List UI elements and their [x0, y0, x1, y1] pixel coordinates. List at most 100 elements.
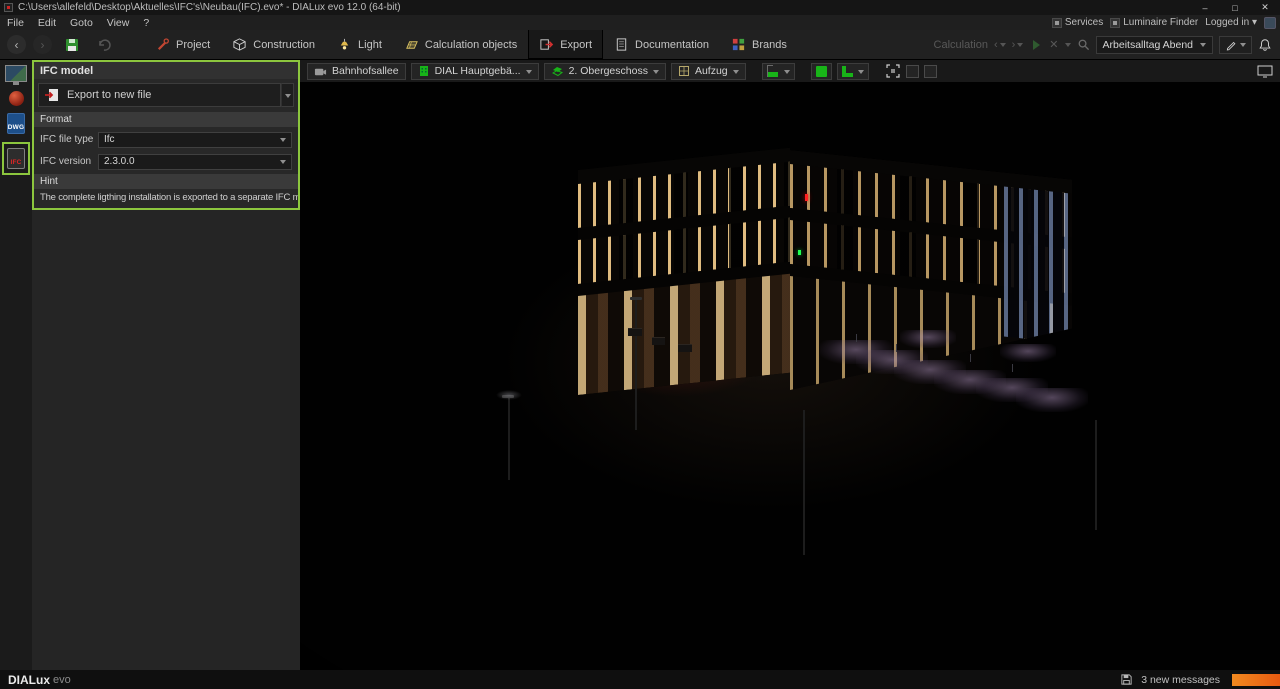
minimize-button[interactable]: –: [1190, 0, 1220, 15]
chevron-down-icon: [1240, 43, 1246, 50]
building-select[interactable]: DIAL Hauptgebä...: [411, 63, 539, 80]
luminaire-finder-icon: [1110, 18, 1120, 28]
tab-documentation[interactable]: Documentation: [603, 30, 720, 59]
left-panel-column: IFC model Export to new file Format IFC …: [32, 60, 300, 670]
floor-plan-icon: [767, 65, 779, 77]
view-mode-button[interactable]: [762, 63, 795, 80]
construction-icon: [232, 37, 247, 52]
close-button[interactable]: ✕: [1250, 0, 1280, 15]
storey-select[interactable]: 2. Obergeschoss: [544, 63, 666, 80]
ifc-version-label: IFC version: [40, 156, 98, 167]
tab-project[interactable]: Project: [144, 30, 221, 59]
tab-calculation-objects[interactable]: Calculation objects: [393, 30, 528, 59]
services-link[interactable]: Services: [1052, 17, 1103, 28]
tab-light[interactable]: Light: [326, 30, 393, 59]
menu-help[interactable]: ?: [136, 17, 156, 29]
pen-icon: [1225, 39, 1237, 51]
wireframe-view-icon: [842, 66, 853, 77]
dialux-logo: DIALux: [8, 673, 50, 687]
view-option-icon[interactable]: [906, 65, 919, 78]
save-icon[interactable]: [60, 34, 84, 56]
statusbar: DIALux evo 3 new messages: [0, 670, 1280, 689]
chevron-down-icon: [280, 160, 286, 167]
messages-disk-icon[interactable]: [1120, 673, 1133, 686]
chevron-down-icon: [526, 70, 532, 77]
chevron-down-icon: [1000, 43, 1006, 50]
ifc-file-type-label: IFC file type: [40, 134, 98, 145]
chevron-down-icon[interactable]: [1065, 43, 1071, 50]
chevron-down-icon: [858, 70, 864, 77]
ifc-file-type-select[interactable]: Ifc: [98, 132, 292, 148]
menubar: File Edit Goto View ? Services Luminaire…: [0, 15, 1280, 30]
chevron-down-icon: [1017, 43, 1023, 50]
tab-brands[interactable]: Brands: [720, 30, 798, 59]
app-icon: [4, 3, 13, 12]
notifications-bell-icon[interactable]: [1258, 38, 1272, 52]
user-avatar[interactable]: [1264, 17, 1276, 29]
menu-file[interactable]: File: [0, 17, 31, 29]
window-title: C:\Users\allefeld\Desktop\Aktuelles\IFC'…: [18, 2, 401, 13]
light-icon: [337, 37, 352, 52]
menu-edit[interactable]: Edit: [31, 17, 63, 29]
o2c-export-icon[interactable]: [9, 91, 24, 106]
chevron-down-icon: [285, 94, 291, 101]
brands-icon: [731, 37, 746, 52]
chevron-down-icon: [733, 70, 739, 77]
main-toolbar: ‹ › Project Construction Light: [0, 30, 1280, 60]
export-icon: [539, 37, 554, 52]
camera-icon: [314, 66, 327, 77]
dwg-export-icon[interactable]: DWG: [7, 113, 25, 134]
undo-icon[interactable]: [92, 34, 116, 56]
forward-button[interactable]: ›: [33, 35, 52, 54]
viewport-toolbar: Bahnhofsallee DIAL Hauptgebä... 2. Oberg…: [300, 60, 1280, 82]
tab-construction[interactable]: Construction: [221, 30, 326, 59]
wireframe-view-button[interactable]: [837, 63, 869, 80]
export-options-dropdown[interactable]: [281, 83, 294, 107]
ifc-export-icon[interactable]: IFC: [7, 148, 25, 169]
logged-in-menu[interactable]: Logged in ▾: [1205, 17, 1257, 28]
edit-scene-button[interactable]: [1219, 36, 1252, 54]
menu-view[interactable]: View: [100, 17, 137, 29]
prev-result-button[interactable]: ‹: [994, 39, 1006, 51]
building-icon: [418, 65, 430, 77]
solid-view-button[interactable]: [811, 63, 832, 80]
solid-view-icon: [816, 66, 827, 77]
ifc-version-select[interactable]: 2.3.0.0: [98, 154, 292, 170]
hint-section-header: Hint: [34, 174, 298, 189]
room-icon: [678, 65, 690, 77]
start-calculation-icon[interactable]: [1029, 38, 1043, 52]
chevron-down-icon: [1200, 43, 1206, 50]
render-3d-scene[interactable]: [300, 82, 1280, 670]
new-messages-label[interactable]: 3 new messages: [1141, 674, 1220, 686]
hint-text: The complete ligthing installation is ex…: [34, 189, 298, 208]
calculation-button[interactable]: Calculation: [934, 39, 988, 51]
tab-export[interactable]: Export: [528, 30, 603, 59]
back-button[interactable]: ‹: [7, 35, 26, 54]
site-button[interactable]: Bahnhofsallee: [307, 63, 406, 80]
chevron-down-icon: [280, 138, 286, 145]
next-result-button[interactable]: ›: [1012, 39, 1024, 51]
titlebar: C:\Users\allefeld\Desktop\Aktuelles\IFC'…: [0, 0, 1280, 15]
messages-progress-bar[interactable]: [1232, 674, 1280, 686]
format-section-header: Format: [34, 112, 298, 127]
export-file-icon: [44, 87, 60, 103]
light-scene-select[interactable]: Arbeitsalltag Abend: [1096, 36, 1213, 54]
image-export-icon[interactable]: [5, 65, 27, 82]
chevron-down-icon: [653, 70, 659, 77]
search-icon[interactable]: [1077, 38, 1090, 51]
view-option-icon[interactable]: [924, 65, 937, 78]
export-tools-sidebar: DWG IFC: [0, 60, 32, 670]
dialux-logo-suffix: evo: [53, 674, 71, 686]
menu-goto[interactable]: Goto: [63, 17, 100, 29]
chevron-down-icon: [784, 70, 790, 77]
zoom-to-fit-icon[interactable]: [885, 63, 901, 79]
room-select[interactable]: Aufzug: [671, 63, 746, 80]
render-vignette: [300, 82, 1280, 670]
panel-title: IFC model: [34, 62, 298, 79]
export-to-new-file-button[interactable]: Export to new file: [38, 83, 281, 107]
cancel-calculation-icon[interactable]: ✕: [1049, 38, 1058, 51]
maximize-button[interactable]: □: [1220, 0, 1250, 15]
luminaire-finder-link[interactable]: Luminaire Finder: [1110, 17, 1198, 28]
fullscreen-monitor-icon[interactable]: [1257, 65, 1273, 78]
viewport: Bahnhofsallee DIAL Hauptgebä... 2. Oberg…: [300, 60, 1280, 670]
